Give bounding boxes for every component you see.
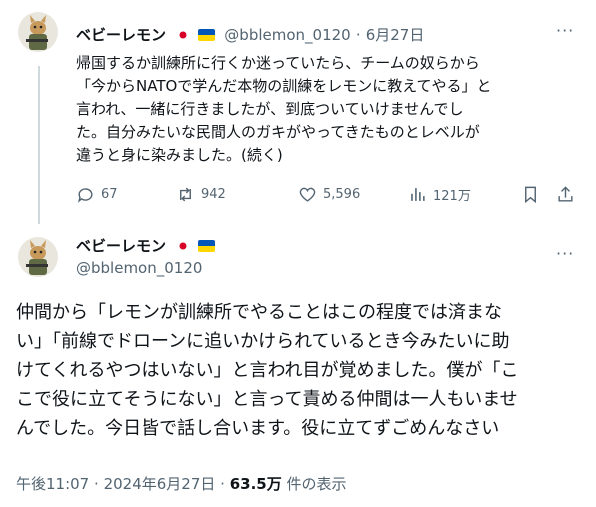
tweet-text: 仲間から「レモンが訓練所でやることはこの程度では済まな い」「前線でドローンに追…: [16, 302, 519, 439]
share-icon: [558, 186, 573, 202]
thread-line: [38, 66, 40, 224]
author-name[interactable]: ベビーレモン: [76, 26, 166, 44]
tweet-date[interactable]: 2024年6月27日: [104, 475, 216, 493]
bookmark-button[interactable]: [521, 185, 540, 204]
like-icon: [299, 187, 316, 202]
ukraine-flag-icon: [198, 240, 216, 252]
view-label: 件の表示: [286, 475, 347, 493]
views-button[interactable]: 121万: [408, 185, 471, 204]
main-tweet-author: ベビーレモン: [76, 235, 216, 256]
tweet-meta: 午後11:07 · 2024年6月27日 · 63.5万 件の表示: [16, 473, 347, 494]
avatar[interactable]: [18, 237, 58, 277]
author-name[interactable]: ベビーレモン: [76, 237, 166, 255]
view-count: 63.5万: [229, 475, 282, 493]
more-icon[interactable]: ···: [556, 21, 574, 40]
share-button[interactable]: [556, 185, 575, 204]
reply-tweet-header: ベビーレモン @bblemon_0120 · 6月27日: [76, 24, 424, 45]
separator: ·: [94, 475, 99, 493]
japan-flag-icon: [179, 242, 187, 250]
reply-button[interactable]: 67: [76, 185, 118, 204]
bookmark-icon: [525, 186, 536, 204]
author-handle[interactable]: @bblemon_0120: [224, 26, 350, 44]
repost-count: 942: [201, 187, 226, 202]
repost-icon: [180, 187, 191, 202]
views-count: 121万: [433, 189, 471, 204]
reply-count: 67: [101, 187, 118, 202]
like-button[interactable]: 5,596: [298, 185, 360, 204]
repost-button[interactable]: 942: [176, 185, 226, 204]
tweet-time[interactable]: 午後11:07: [16, 475, 89, 493]
reply-icon: [78, 188, 93, 203]
like-count: 5,596: [323, 187, 361, 202]
tweet-text: 帰国するか訓練所に行くか迷っていたら、チームの奴らから 「今からNATOで学んだ…: [76, 54, 492, 164]
author-handle[interactable]: @bblemon_0120: [76, 259, 202, 277]
avatar[interactable]: [18, 12, 58, 52]
ukraine-flag-icon: [198, 29, 216, 41]
tweet-date[interactable]: 6月27日: [366, 26, 425, 44]
japan-flag-icon: [179, 31, 187, 39]
separator: ·: [220, 475, 225, 493]
separator: ·: [355, 26, 361, 44]
more-icon[interactable]: ···: [556, 244, 574, 263]
action-bar: 67 942 5,596 121万: [76, 185, 576, 209]
views-icon: [411, 188, 425, 201]
